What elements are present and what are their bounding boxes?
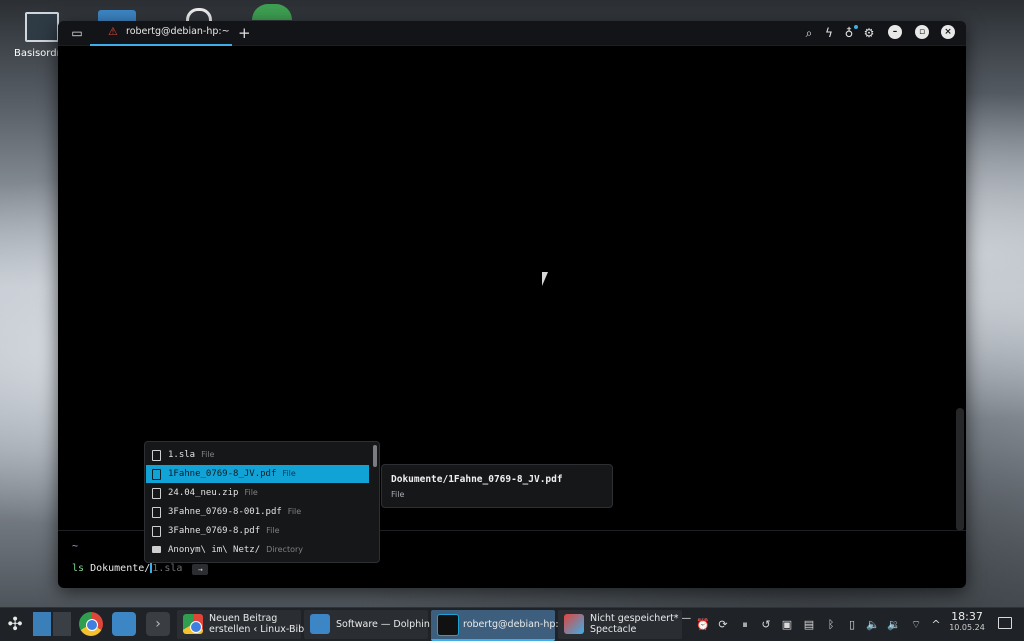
command-argument: Dokumente/ <box>90 563 151 574</box>
title-bar[interactable]: ▭ ⚠ robertg@debian-hp:~ + ⌕ ϟ ♁ ⚙ – ▫ × <box>58 21 966 46</box>
command-name: ls <box>72 563 85 574</box>
terminal-window[interactable]: ▭ ⚠ robertg@debian-hp:~ + ⌕ ϟ ♁ ⚙ – ▫ × … <box>58 21 966 588</box>
completion-item[interactable]: Anonym\ im\ Netz/Directory <box>146 541 369 559</box>
file-icon <box>152 526 161 537</box>
completion-kind: File <box>287 507 302 516</box>
taskbar: ✣ › Neuen Beitrag erstellen ‹ Linux-Bib..… <box>0 607 1024 641</box>
detail-path: Dokumente/1Fahne_0769-8_JV.pdf <box>391 474 563 485</box>
disk-icon[interactable]: ▣ <box>780 618 794 631</box>
completion-kind: File <box>282 469 296 478</box>
folder-icon <box>310 614 330 634</box>
completion-kind: File <box>266 526 280 535</box>
task-label-2: Spectacle <box>590 624 637 635</box>
command-line[interactable]: ls Dokumente/1.sla → <box>72 562 209 575</box>
task-label: Nicht gespeichert* — <box>590 613 692 624</box>
maximize-button[interactable]: ▫ <box>915 25 929 39</box>
pause-icon[interactable]: ⏸ <box>738 618 752 632</box>
chrome-launcher-icon[interactable] <box>79 612 103 636</box>
detail-kind: File <box>391 490 405 499</box>
completion-item[interactable]: 24.04_neu.zip File <box>146 484 369 502</box>
device-icon[interactable]: ▯ <box>845 618 859 631</box>
accept-suggestion-hint[interactable]: → <box>192 564 209 575</box>
completion-item[interactable]: 3Fahne_0769-8.pdf File <box>146 522 369 540</box>
tab-title: robertg@debian-hp:~ <box>126 26 230 37</box>
task-spectacle[interactable]: Nicht gespeichert* — Spectacle <box>558 610 691 639</box>
dolphin-launcher-icon[interactable] <box>112 612 136 636</box>
completion-scrollbar[interactable] <box>373 445 377 467</box>
prompt-directory: ~ <box>72 541 79 552</box>
clipboard-icon[interactable]: ▤ <box>802 618 816 631</box>
completion-item[interactable]: 3Fahne_0769-8-001.pdf File <box>146 503 369 521</box>
home-folder-icon <box>25 12 59 42</box>
warning-icon: ⚠ <box>108 25 118 38</box>
terminal-icon <box>437 614 459 636</box>
mouse-pointer <box>542 272 554 286</box>
updates-icon[interactable]: ⟳ <box>716 618 730 631</box>
app-launcher-icon[interactable]: ✣ <box>4 614 26 636</box>
completion-item[interactable]: 1.sla File <box>146 446 369 464</box>
task-label: robertg@debian-hp:~ <box>463 619 567 630</box>
task-chrome[interactable]: Neuen Beitrag erstellen ‹ Linux-Bib... <box>177 610 313 639</box>
file-icon <box>152 469 161 480</box>
ghost-suggestion: 1.sla <box>152 563 183 574</box>
file-icon <box>152 450 161 461</box>
terminal-scrollbar[interactable] <box>956 408 964 531</box>
bluetooth-icon[interactable]: ᛒ <box>824 618 838 631</box>
volume-mic-icon[interactable]: 🔉 <box>887 618 901 631</box>
folder-icon <box>152 546 161 553</box>
new-tab-button[interactable]: + <box>238 24 251 42</box>
notification-dot <box>854 25 858 29</box>
lightning-icon[interactable]: ϟ <box>822 26 836 40</box>
sync-icon[interactable]: ↺ <box>759 618 773 631</box>
chevron-up-icon[interactable]: ^ <box>929 618 943 631</box>
konsole-launcher-icon[interactable]: › <box>146 612 170 636</box>
completion-name: 1.sla <box>168 450 196 460</box>
completion-name: 3Fahne_0769-8-001.pdf <box>168 507 282 517</box>
search-icon[interactable]: ⌕ <box>802 26 816 40</box>
task-terminal[interactable]: robertg@debian-hp:~ <box>431 610 567 641</box>
tab-terminal[interactable]: ⚠ robertg@debian-hp:~ <box>90 21 232 46</box>
clock-time: 18:37 <box>951 610 983 623</box>
task-label-2: erstellen ‹ Linux-Bib... <box>209 624 314 635</box>
clock-date: 10.05.24 <box>949 623 985 632</box>
completion-name: 24.04_neu.zip <box>168 488 239 498</box>
chrome-icon <box>183 614 203 634</box>
task-label: Neuen Beitrag <box>209 613 278 624</box>
minimize-button[interactable]: – <box>888 25 902 39</box>
completion-kind: File <box>201 450 215 459</box>
wifi-icon[interactable]: ⌔ <box>909 618 923 632</box>
spectacle-icon <box>564 614 584 634</box>
split-view-icon[interactable]: ▭ <box>70 26 84 40</box>
file-icon <box>152 507 161 518</box>
alarm-icon[interactable]: ⏰ <box>696 618 710 631</box>
desktop-green-app-icon[interactable] <box>252 4 292 20</box>
completion-item-selected[interactable]: 1Fahne_0769-8_JV.pdf File <box>146 465 369 483</box>
completion-name: 1Fahne_0769-8_JV.pdf <box>168 469 277 479</box>
gear-icon[interactable]: ⚙ <box>862 26 876 40</box>
completion-kind: File <box>244 488 258 497</box>
task-label: Software — Dolphin <box>336 619 430 630</box>
completion-kind: Directory <box>266 545 303 554</box>
completion-popup[interactable]: 1.sla File 1Fahne_0769-8_JV.pdf File 24.04… <box>144 441 380 563</box>
clock[interactable]: 18:37 10.05.24 <box>948 610 986 632</box>
file-icon <box>152 488 161 499</box>
completion-name: 3Fahne_0769-8.pdf <box>168 526 261 536</box>
pager-desktop-1[interactable] <box>33 612 51 636</box>
show-desktop-icon[interactable] <box>998 617 1012 629</box>
completion-detail: Dokumente/1Fahne_0769-8_JV.pdf File <box>381 464 613 508</box>
volume-icon[interactable]: 🔈 <box>866 618 880 631</box>
completion-name: Anonym\ im\ Netz/ <box>168 545 261 555</box>
task-dolphin[interactable]: Software — Dolphin <box>304 610 430 639</box>
pager-desktop-2[interactable] <box>53 612 71 636</box>
close-button[interactable]: × <box>941 25 955 39</box>
